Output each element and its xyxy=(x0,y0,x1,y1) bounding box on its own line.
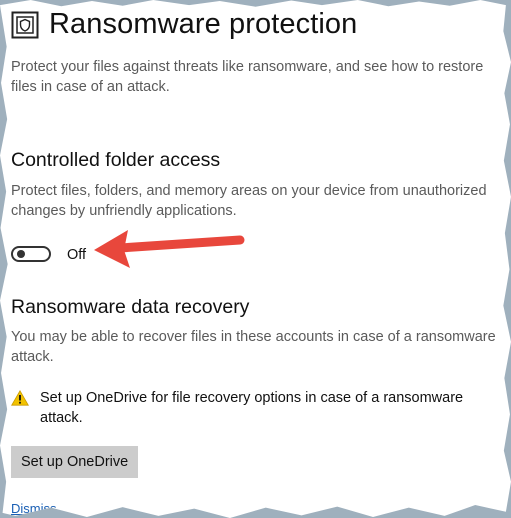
warning-icon xyxy=(11,390,29,406)
page-header: Ransomware protection xyxy=(11,8,357,41)
screenshot-frame: Ransomware protection Protect your files… xyxy=(0,0,511,518)
set-up-onedrive-button[interactable]: Set up OneDrive xyxy=(11,446,139,478)
page-title: Ransomware protection xyxy=(49,8,358,40)
page-description: Protect your files against threats like … xyxy=(11,59,484,95)
toggle-knob xyxy=(17,250,25,258)
controlled-folder-access-description: Protect files, folders, and memory areas… xyxy=(11,183,487,219)
controlled-folder-access-heading: Controlled folder access xyxy=(11,149,221,171)
onedrive-warning: Set up OneDrive for file recovery option… xyxy=(11,388,499,428)
ransomware-data-recovery-heading: Ransomware data recovery xyxy=(11,296,250,318)
controlled-folder-access-toggle[interactable] xyxy=(11,246,51,262)
warning-text: Set up OneDrive for file recovery option… xyxy=(40,390,464,426)
red-annotation-arrow xyxy=(94,230,245,268)
toggle-state-label: Off xyxy=(67,247,87,263)
ransomware-shield-icon xyxy=(11,11,39,38)
dismiss-link[interactable]: Dismiss xyxy=(11,501,57,516)
data-recovery-description: You may be able to recover files in thes… xyxy=(11,329,496,365)
